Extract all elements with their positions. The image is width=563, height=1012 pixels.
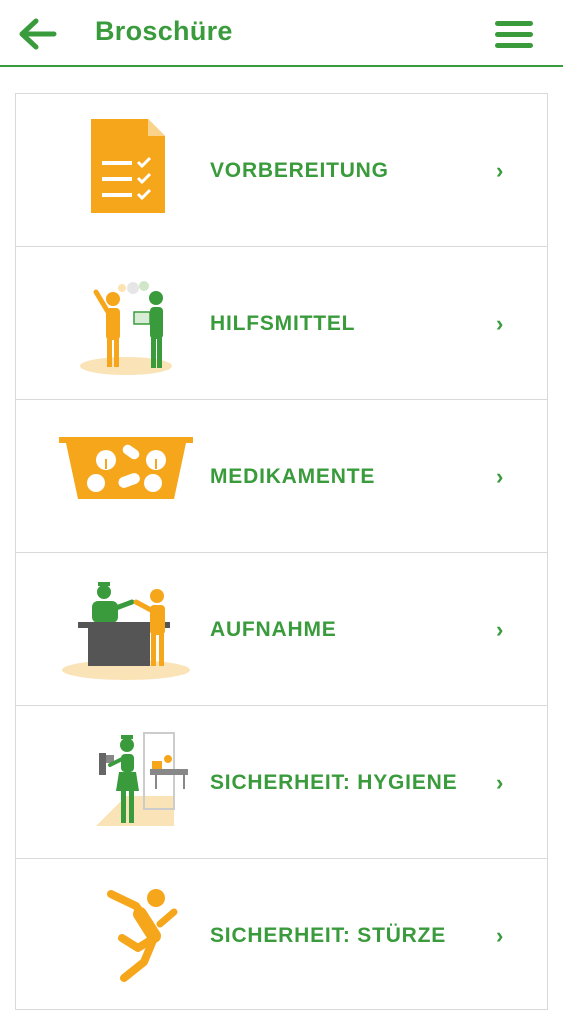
menu-button[interactable]: [494, 18, 534, 52]
chevron-right-icon: ›: [496, 311, 504, 336]
falling-person-icon: [107, 889, 178, 982]
item-label: AUFNAHME: [210, 618, 337, 641]
arrow-left-icon: [19, 18, 57, 50]
medication-tray-icon: [59, 437, 193, 499]
app-header: Broschüre: [0, 0, 563, 67]
item-label: SICHERHEIT: STÜRZE: [210, 924, 447, 947]
list-item-vorbereitung[interactable]: VORBEREITUNG ›: [16, 94, 547, 247]
assistive-devices-icon: [80, 281, 172, 375]
chevron-right-icon: ›: [496, 617, 504, 642]
item-label: SICHERHEIT: HYGIENE: [210, 771, 458, 794]
item-label: HILFSMITTEL: [210, 312, 356, 335]
hamburger-menu-icon: [495, 21, 533, 48]
chevron-right-icon: ›: [496, 464, 504, 489]
hygiene-nurse-icon: [96, 732, 188, 826]
chevron-right-icon: ›: [496, 158, 504, 183]
checklist-document-icon: [91, 119, 165, 213]
item-label: MEDIKAMENTE: [210, 465, 376, 488]
list-item-hilfsmittel[interactable]: HILFSMITTEL ›: [16, 247, 547, 400]
page-title: Broschüre: [95, 16, 233, 46]
list-item-sicherheit-stuerze[interactable]: SICHERHEIT: STÜRZE ›: [16, 859, 547, 1009]
list-item-aufnahme[interactable]: AUFNAHME ›: [16, 553, 547, 706]
list-item-medikamente[interactable]: MEDIKAMENTE ›: [16, 400, 547, 553]
back-button[interactable]: [16, 14, 58, 54]
chevron-right-icon: ›: [496, 770, 504, 795]
item-label: VORBEREITUNG: [210, 159, 389, 182]
brochure-list: VORBEREITUNG › HILFSMITTEL › MEDIKAMENTE…: [15, 93, 548, 1010]
list-item-sicherheit-hygiene[interactable]: SICHERHEIT: HYGIENE ›: [16, 706, 547, 859]
admission-desk-icon: [62, 582, 190, 680]
chevron-right-icon: ›: [496, 923, 504, 948]
